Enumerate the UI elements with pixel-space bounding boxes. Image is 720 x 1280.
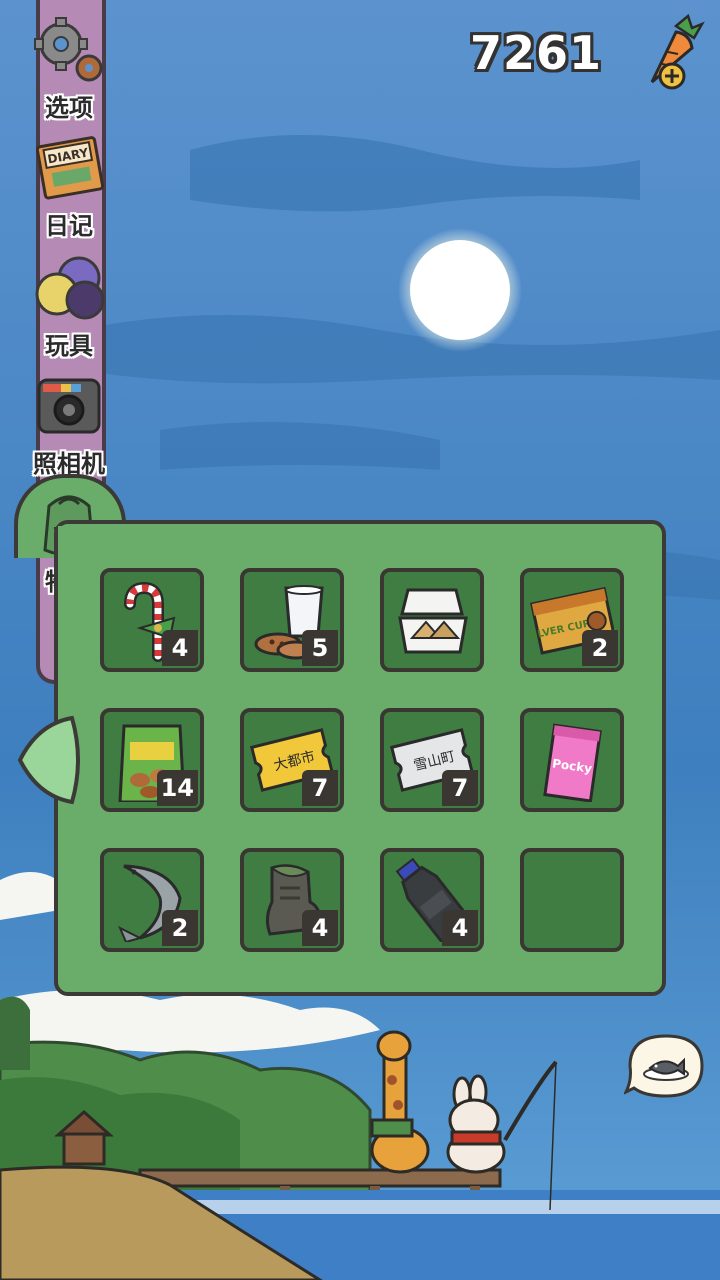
inventory-slot-old-boot[interactable]: 4 <box>240 848 344 952</box>
item-count: 5 <box>302 630 338 666</box>
sidebar-item-label: 日记 <box>45 212 93 240</box>
inventory-slot-snack-bag[interactable]: 14 <box>100 708 204 812</box>
item-count: 4 <box>302 910 338 946</box>
sandwich-box-icon <box>398 588 468 654</box>
sidebar-item-toys[interactable]: 玩具 <box>14 248 124 361</box>
sidebar-item-options[interactable]: 选项 <box>14 10 124 123</box>
sidebar-item-diary[interactable]: DIARY 日记 <box>14 128 124 241</box>
gear-icon <box>34 17 103 82</box>
inventory-slot-pocky[interactable]: Pocky <box>520 708 624 812</box>
inventory-slot-sandwich-box[interactable] <box>380 568 484 672</box>
item-count: 7 <box>442 770 478 806</box>
item-count: 2 <box>582 630 618 666</box>
fish-bowl-button[interactable] <box>624 1030 708 1104</box>
toy-balls-icon <box>35 256 105 320</box>
pocky-box-icon: Pocky <box>543 723 602 802</box>
previous-page-arrow[interactable] <box>14 712 80 808</box>
inventory-slot-silver-curry[interactable]: SILVER CURRY 2 <box>520 568 624 672</box>
inventory-slot-milk-and-cookies[interactable]: 5 <box>240 568 344 672</box>
inventory-slot-gold-ticket[interactable]: 大都市 7 <box>240 708 344 812</box>
item-count: 4 <box>162 630 198 666</box>
inventory-slot-silver-ticket[interactable]: 雪山町 7 <box>380 708 484 812</box>
inventory-slot-empty[interactable] <box>520 848 624 952</box>
sidebar-item-camera[interactable]: 照相机 <box>14 366 124 479</box>
item-count: 4 <box>442 910 478 946</box>
item-count: 14 <box>156 770 198 806</box>
moon <box>398 228 522 352</box>
sidebar-item-label: 玩具 <box>45 332 93 360</box>
inventory-slot-candy-cane[interactable]: 4 <box>100 568 204 672</box>
camera-icon <box>37 378 101 434</box>
item-count: 2 <box>162 910 198 946</box>
sidebar-item-label: 选项 <box>45 94 93 122</box>
inventory-slot-plastic-bottle[interactable]: 4 <box>380 848 484 952</box>
carrot-count: 7261 <box>469 26 602 80</box>
inventory-slot-sturgeon[interactable]: 2 <box>100 848 204 952</box>
diary-icon: DIARY <box>35 136 105 200</box>
panel-tab-join <box>58 526 118 538</box>
item-count: 7 <box>302 770 338 806</box>
carrot-plus-icon[interactable] <box>636 12 708 96</box>
